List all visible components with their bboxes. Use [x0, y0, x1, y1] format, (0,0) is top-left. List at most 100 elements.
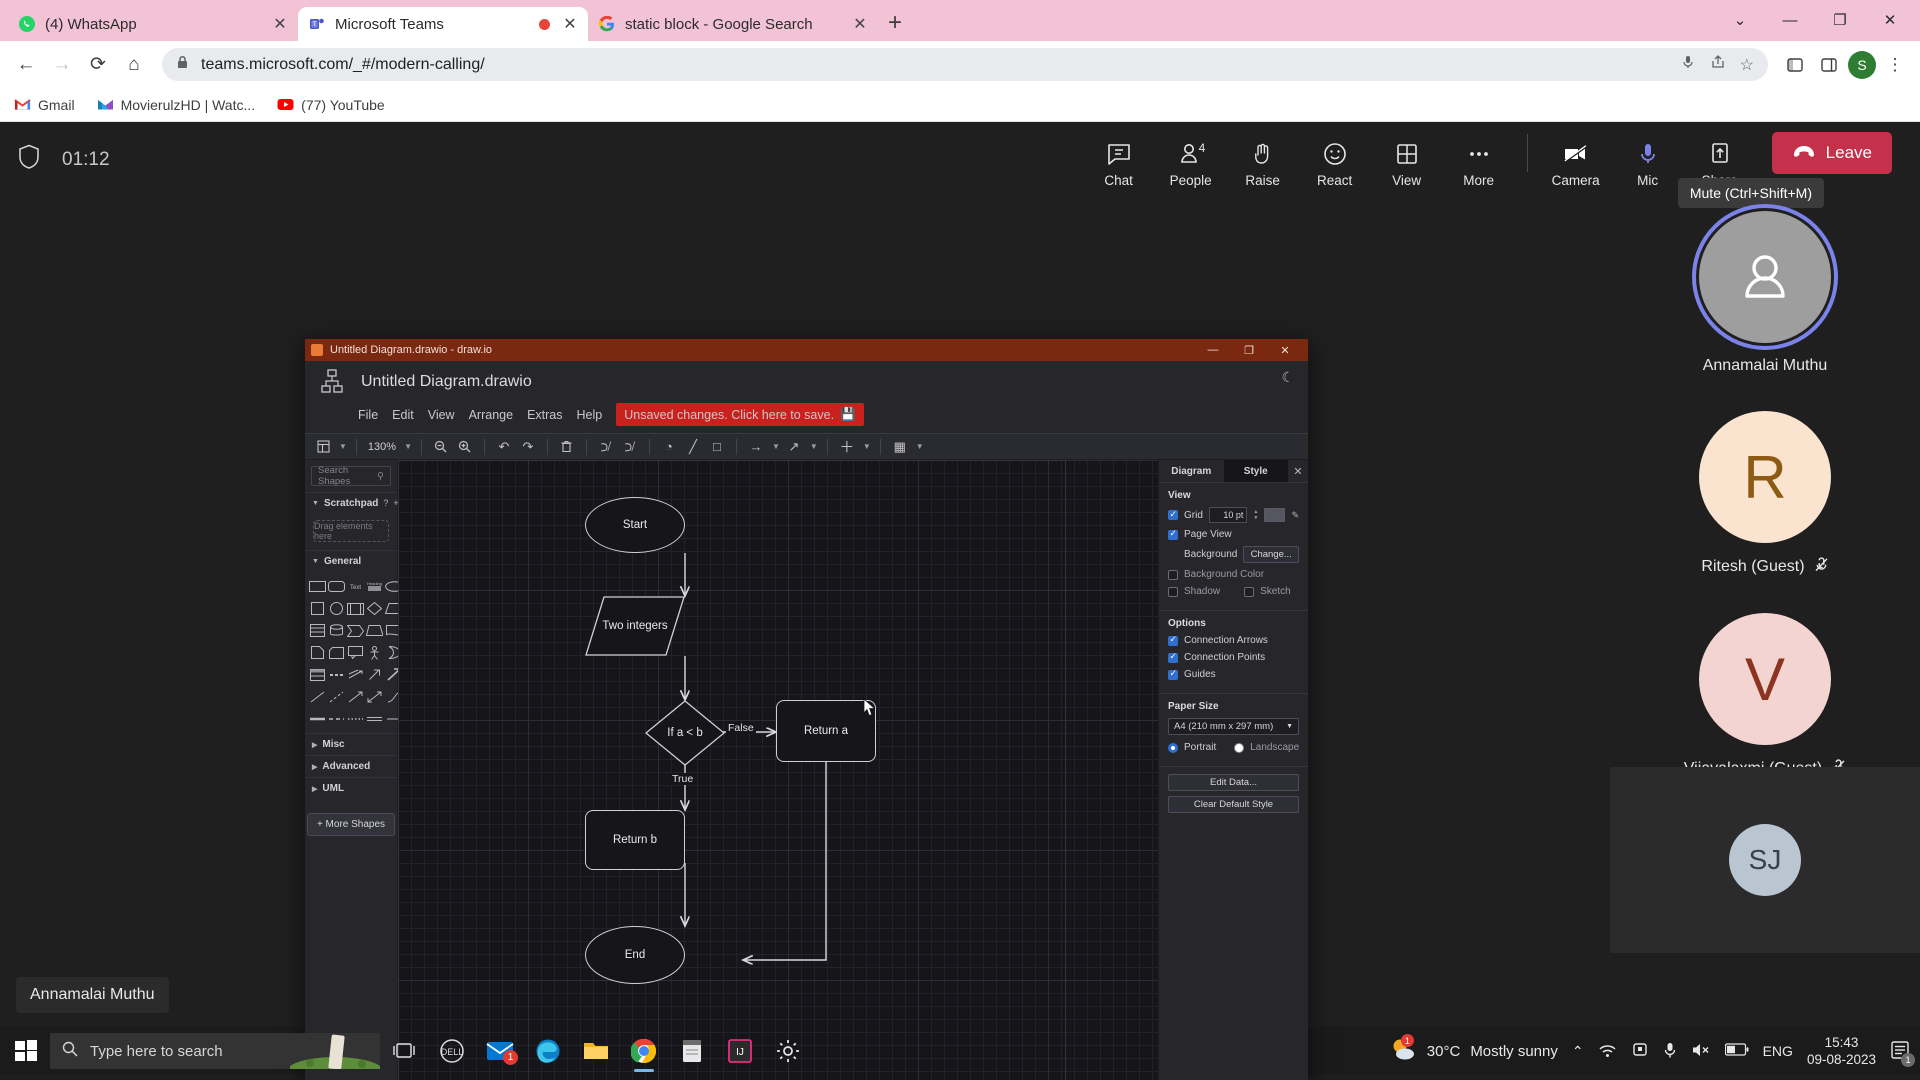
edge-icon[interactable]	[524, 1027, 572, 1075]
zoom-level-label[interactable]: 130%	[366, 441, 398, 453]
windows-start-icon[interactable]	[2, 1027, 50, 1075]
call-button-raise[interactable]: Raise	[1227, 140, 1299, 188]
table-icon[interactable]: ▦	[890, 437, 910, 457]
connection-points-row[interactable]: Connection Points	[1168, 651, 1299, 663]
drawio-maximize-button[interactable]: ❐	[1232, 340, 1266, 360]
avatar[interactable]: S	[1848, 50, 1876, 79]
shadow-icon[interactable]: □	[707, 437, 727, 457]
moon-icon[interactable]: ☾	[1281, 369, 1294, 386]
tab-close-icon[interactable]: ✕	[272, 14, 288, 34]
tab-close-icon[interactable]: ✕	[852, 14, 868, 34]
paper-size-select[interactable]: A4 (210 mm x 297 mm) ▼	[1168, 718, 1299, 735]
side-panel-icon[interactable]	[1814, 50, 1844, 80]
search-icon[interactable]: ⚲	[377, 471, 384, 482]
to-front-icon[interactable]: ⟉	[596, 437, 616, 457]
zoom-out-icon[interactable]	[431, 437, 451, 457]
shape-link-line[interactable]	[366, 710, 383, 727]
grid-checkbox[interactable]	[1168, 509, 1178, 520]
mic-icon[interactable]	[1663, 1041, 1677, 1062]
flowchart-node-end[interactable]: End	[585, 926, 685, 984]
wifi-icon[interactable]	[1598, 1042, 1617, 1061]
delete-icon[interactable]	[557, 437, 577, 457]
notepad-icon[interactable]	[668, 1027, 716, 1075]
zoom-in-icon[interactable]	[455, 437, 475, 457]
diagram-canvas[interactable]: Start Two integers If a < b Return a Ret…	[398, 460, 1158, 1080]
clear-default-style-button[interactable]: Clear Default Style	[1168, 796, 1299, 813]
orientation-row[interactable]: Portrait Landscape	[1168, 742, 1299, 753]
shape-process[interactable]	[347, 600, 364, 617]
flowchart-node-start[interactable]: Start	[585, 497, 685, 553]
dell-icon[interactable]: DELL	[428, 1027, 476, 1075]
more-shapes-button[interactable]: + More Shapes	[306, 813, 396, 836]
leave-button[interactable]: Leave	[1771, 131, 1892, 174]
page-view-row[interactable]: Page View	[1168, 528, 1299, 540]
browser-tab-microsoft-teams[interactable]: T Microsoft Teams ✕	[298, 7, 588, 41]
browser-tab-whatsapp[interactable]: (4) WhatsApp ✕	[8, 7, 298, 41]
window-minimize-button[interactable]: —	[1768, 5, 1812, 35]
intell2ij-icon[interactable]: IJ	[716, 1027, 764, 1075]
notification-icon[interactable]: 1	[1890, 1040, 1915, 1067]
back-icon[interactable]: ←	[10, 49, 42, 81]
drawio-close-button[interactable]: ✕	[1268, 340, 1302, 360]
guides-row[interactable]: Guides	[1168, 668, 1299, 680]
line-color-icon[interactable]: ╱	[683, 437, 703, 457]
shape-text[interactable]: Text	[347, 578, 364, 595]
shadow-checkbox[interactable]	[1168, 586, 1178, 597]
flowchart-node-if-a-lt-b[interactable]: If a < b	[645, 700, 725, 766]
eyedropper-icon[interactable]: ✎	[1291, 510, 1299, 521]
shadow-sketch-row[interactable]: Shadow Sketch	[1168, 586, 1299, 597]
waypoints-icon[interactable]: ↗	[784, 437, 804, 457]
section-header-misc[interactable]: ▶ Misc	[305, 733, 397, 755]
page-view-checkbox[interactable]	[1168, 528, 1178, 540]
shape-bold-line[interactable]	[309, 710, 326, 727]
grid-row[interactable]: Grid 10 pt ▲▼ ✎	[1168, 507, 1299, 523]
scratchpad-dropzone[interactable]: Drag elements here	[313, 520, 389, 542]
section-header-scratchpad[interactable]: ▼ Scratchpad ? + ✎ ✕	[305, 492, 424, 514]
bookmark-youtube[interactable]: (77) YouTube	[277, 96, 385, 113]
chrome-menu-icon[interactable]: ⋮	[1880, 50, 1910, 80]
connection-points-checkbox[interactable]	[1168, 651, 1178, 663]
weather-widget[interactable]: 1 30°C Mostly sunny	[1389, 1034, 1558, 1066]
chevron-down-icon[interactable]: ▼	[772, 442, 780, 451]
menu-arrange[interactable]: Arrange	[469, 408, 513, 422]
shape-dash-line[interactable]	[328, 710, 345, 727]
chevron-down-icon[interactable]: ▼	[404, 442, 412, 451]
call-button-people[interactable]: 4 People	[1155, 140, 1227, 188]
new-tab-button[interactable]: +	[888, 9, 902, 37]
home-icon[interactable]: ⌂	[118, 49, 150, 81]
task-view-icon[interactable]	[380, 1027, 428, 1075]
shape-rectangle[interactable]	[309, 578, 326, 595]
tray-chevron-up-icon[interactable]: ⌃	[1572, 1043, 1584, 1060]
menu-view[interactable]: View	[428, 408, 455, 422]
shape-double-arrow[interactable]	[347, 666, 364, 683]
connection-arrow-icon[interactable]: →	[746, 437, 766, 457]
call-button-mic[interactable]: Mic	[1612, 140, 1684, 188]
insert-icon[interactable]: ＋	[837, 437, 857, 457]
background-color-checkbox[interactable]	[1168, 569, 1178, 580]
close-icon[interactable]: ✕	[1288, 460, 1308, 482]
onedrive-icon[interactable]	[1631, 1042, 1649, 1061]
fill-color-icon[interactable]: ◔	[659, 437, 679, 457]
window-close-button[interactable]: ✕	[1868, 5, 1912, 35]
menu-extras[interactable]: Extras	[527, 408, 562, 422]
section-header-general[interactable]: ▼ General	[305, 550, 397, 572]
shape-line-diagonal[interactable]	[309, 688, 326, 705]
grid-color-swatch[interactable]	[1264, 508, 1286, 522]
search-input[interactable]: Type here to search	[50, 1033, 380, 1069]
call-button-react[interactable]: React	[1299, 140, 1371, 188]
background-color-row[interactable]: Background Color	[1168, 569, 1299, 580]
menu-help[interactable]: Help	[577, 408, 603, 422]
tab-style[interactable]: Style	[1223, 460, 1288, 482]
shape-note[interactable]	[309, 644, 326, 661]
shape-diamond[interactable]	[366, 600, 383, 617]
call-button-more[interactable]: More	[1443, 140, 1515, 188]
window-maximize-button[interactable]: ❐	[1818, 5, 1862, 35]
bookmark-movierulzhd[interactable]: MovierulzHD | Watc...	[97, 96, 255, 113]
chevron-down-icon[interactable]: ▼	[863, 442, 871, 451]
undo-icon[interactable]: ↶	[494, 437, 514, 457]
participant-annamalai-muthu[interactable]: Annamalai Muthu	[1610, 197, 1920, 375]
shape-table[interactable]	[309, 666, 326, 683]
shape-dot-line[interactable]	[347, 710, 364, 727]
chevron-down-icon[interactable]: ▼	[916, 442, 924, 451]
shape-card[interactable]	[328, 644, 345, 661]
